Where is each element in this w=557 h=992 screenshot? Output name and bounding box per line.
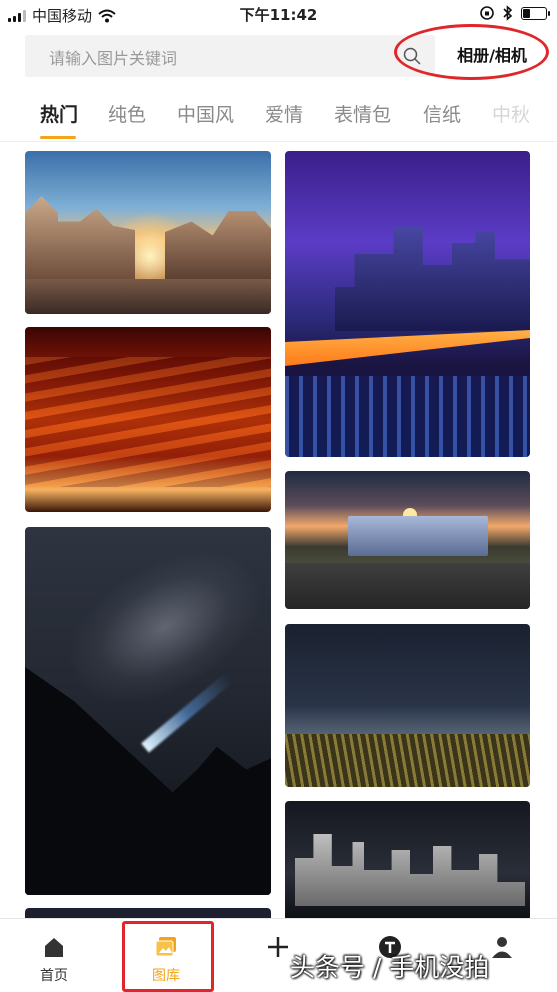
cornfield <box>285 734 530 787</box>
bridge-lights <box>285 330 530 366</box>
skyline-towers <box>295 834 525 906</box>
tab-stickers[interactable]: 表情包 <box>334 100 391 127</box>
red-clouds-sky-photo[interactable] <box>25 327 271 512</box>
watermark: 头条号 / 手机没拍 <box>290 953 490 982</box>
plus-icon <box>268 937 288 957</box>
nav-home[interactable]: 首页 <box>14 919 94 992</box>
active-tab-indicator <box>40 136 76 139</box>
home-icon <box>45 938 63 957</box>
truck-sunset-photo[interactable] <box>285 471 530 609</box>
person-icon <box>492 937 512 958</box>
battery-icon <box>521 6 550 20</box>
search-input[interactable]: 请输入图片关键词 <box>25 35 435 77</box>
skyline <box>335 226 530 331</box>
orientation-lock-icon <box>480 6 494 20</box>
category-tabs: 热门 纯色 中国风 爱情 表情包 信纸 中秋 <box>0 84 557 142</box>
status-time: 下午11:42 <box>239 6 318 24</box>
square-ground <box>25 279 271 314</box>
nav-home-label: 首页 <box>40 968 68 984</box>
annotation-rectangle <box>122 921 214 992</box>
city-bridge-night-photo[interactable] <box>285 151 530 457</box>
milky-way-mountain-photo[interactable] <box>25 527 271 895</box>
status-right <box>479 5 550 21</box>
water-reflection <box>285 376 530 457</box>
search-placeholder: 请输入图片关键词 <box>49 49 178 68</box>
buildings-left <box>25 196 135 281</box>
old-town-sunset-photo[interactable] <box>25 151 271 314</box>
cornfield-night-photo[interactable] <box>285 624 530 787</box>
annotation-ellipse <box>394 24 549 80</box>
bluetooth-icon <box>503 5 513 21</box>
buildings-right <box>165 211 271 281</box>
tab-hot[interactable]: 热门 <box>40 100 78 127</box>
truck-trailer <box>348 516 488 556</box>
tab-chinese-style[interactable]: 中国风 <box>177 100 234 127</box>
tab-love[interactable]: 爱情 <box>265 100 303 127</box>
cloud-streaks <box>25 357 271 487</box>
tab-mid-autumn[interactable]: 中秋 <box>492 100 530 127</box>
road <box>285 563 530 609</box>
city-skyline-night-photo[interactable] <box>285 801 530 921</box>
tab-solid-color[interactable]: 纯色 <box>108 100 146 127</box>
tab-letter-paper[interactable]: 信纸 <box>423 100 461 127</box>
milky-way-band <box>48 527 271 729</box>
